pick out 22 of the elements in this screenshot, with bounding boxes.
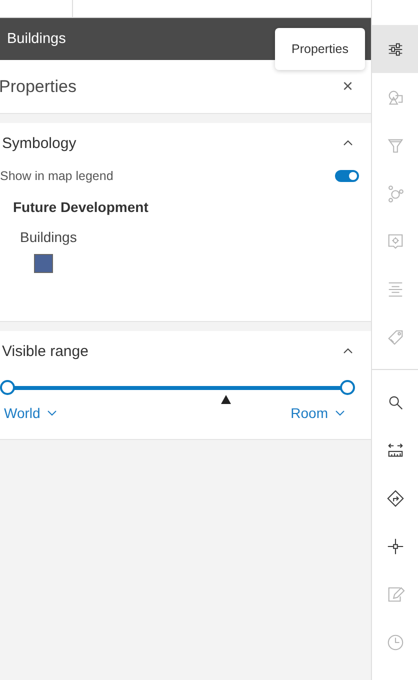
legend-item-label: Buildings [19, 228, 78, 245]
max-scale-dropdown[interactable]: Room [290, 405, 346, 421]
tooltip: Properties [275, 28, 365, 70]
cluster-icon [386, 184, 405, 202]
min-scale-dropdown[interactable]: World [4, 405, 58, 421]
legend-group-title: Future Development [12, 199, 150, 215]
slider-thumb[interactable] [340, 380, 355, 395]
toggle-label: Show in map legend [0, 169, 114, 183]
toggle-switch[interactable] [335, 170, 359, 182]
slider-thumb[interactable] [0, 380, 15, 395]
edit-icon [386, 584, 405, 604]
popup-icon [386, 232, 405, 250]
ruler-icon [386, 440, 405, 460]
clock-icon [386, 632, 405, 652]
tag-icon [386, 328, 405, 346]
toolbar-button[interactable] [372, 25, 418, 73]
turn-arrow-icon [386, 488, 405, 508]
align-icon [386, 280, 405, 298]
crosshair-icon [386, 536, 405, 556]
close-button[interactable]: × [336, 76, 359, 97]
layer-title: Buildings [7, 31, 66, 47]
panel-title: Properties [0, 76, 76, 96]
